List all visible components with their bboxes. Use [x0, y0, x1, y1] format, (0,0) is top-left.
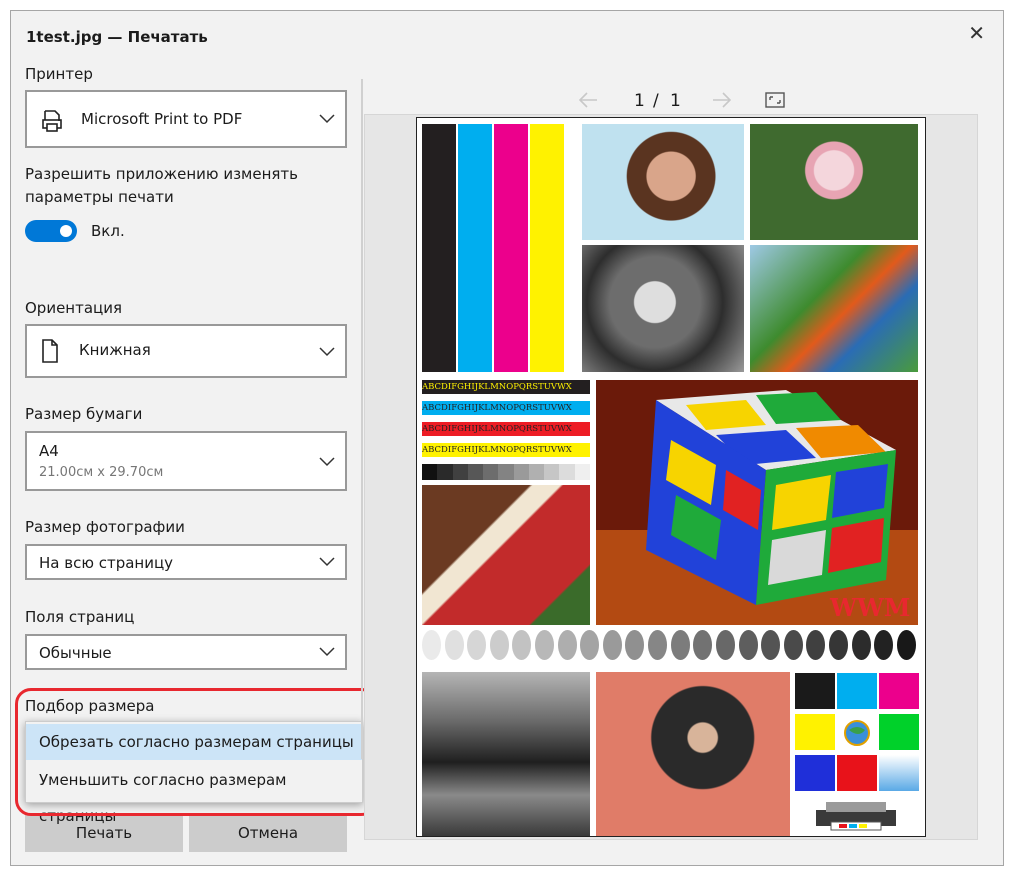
arrow-left-icon[interactable] [577, 91, 599, 109]
fullscreen-icon[interactable] [765, 91, 785, 109]
chevron-down-icon [319, 347, 335, 357]
printer-select[interactable]: Microsoft Print to PDF [25, 90, 347, 148]
dialog-title: 1test.jpg — Печатать [26, 28, 208, 46]
preview-page: ABCDIFGHIJKLMNOPQRSTUVWX ABCDIFGHIJKLMNO… [416, 117, 926, 837]
color-cell-blue [795, 755, 835, 791]
chevron-down-icon [319, 114, 335, 124]
printer-label: Принтер [25, 65, 93, 83]
alphabet-strip-cyan: ABCDIFGHIJKLMNOPQRSTUVWX [422, 401, 590, 415]
paper-size-label: Размер бумаги [25, 405, 143, 423]
toggle-state-label: Вкл. [91, 222, 125, 240]
app-settings-toggle[interactable] [25, 220, 77, 242]
margins-label: Поля страниц [25, 608, 135, 626]
toggle-knob [60, 225, 72, 237]
photo-violinist [596, 672, 790, 836]
photo-rubiks-cube: WWM [596, 380, 918, 625]
color-cell-cyan [837, 673, 877, 709]
alphabet-strip-yellow: ABCDIFGHIJKLMNOPQRSTUVWX [422, 443, 590, 457]
color-cell-globe-logo [837, 714, 877, 750]
printer-logo-icon [816, 802, 896, 831]
photo-vintage-car [422, 672, 590, 836]
arrow-right-icon[interactable] [711, 91, 733, 109]
chevron-down-icon [319, 457, 335, 467]
gray-scale-row [422, 464, 590, 480]
paper-size-value: A4 [39, 442, 59, 460]
close-icon[interactable]: ✕ [968, 21, 985, 45]
paper-size-dimensions: 21.00см x 29.70см [39, 465, 164, 480]
orientation-value: Книжная [79, 341, 151, 359]
margins-select[interactable]: Обычные [25, 634, 347, 670]
photo-portrait [582, 124, 744, 240]
color-cell-gradient [879, 755, 919, 791]
chevron-down-icon [319, 557, 335, 567]
globe-icon [844, 720, 870, 746]
color-cell-yellow [795, 714, 835, 750]
margins-value: Обычные [39, 644, 112, 662]
photo-parrots [750, 245, 918, 372]
color-cell-green [879, 714, 919, 750]
gray-circles-row [422, 630, 916, 660]
alphabet-strip-red: ABCDIFGHIJKLMNOPQRSTUVWX [422, 422, 590, 436]
stripe-magenta [494, 124, 528, 372]
color-cell-black [795, 673, 835, 709]
highlight-ring [15, 688, 377, 816]
color-cell-magenta [879, 673, 919, 709]
printer-value: Microsoft Print to PDF [81, 110, 243, 128]
photo-bw-woman [582, 245, 744, 372]
watermark-text: WWM [829, 593, 910, 622]
page-portrait-icon [42, 339, 58, 363]
pane-divider [361, 79, 363, 759]
page-separator: / [653, 91, 659, 111]
alphabet-strip-black: ABCDIFGHIJKLMNOPQRSTUVWX [422, 380, 590, 394]
page-total: 1 [670, 91, 681, 111]
photo-size-select[interactable]: На всю страницу [25, 544, 347, 580]
printer-icon [42, 110, 62, 132]
photo-flowers [750, 124, 918, 240]
orientation-label: Ориентация [25, 299, 123, 317]
stripe-cyan [458, 124, 492, 372]
stripe-black [422, 124, 456, 372]
chevron-down-icon [319, 647, 335, 657]
page-current: 1 [634, 91, 645, 111]
stripe-yellow [530, 124, 564, 372]
paper-size-select[interactable]: A4 21.00см x 29.70см [25, 431, 347, 491]
cancel-button[interactable]: Отмена [189, 814, 347, 852]
photo-size-label: Размер фотографии [25, 518, 185, 536]
color-cell-red [837, 755, 877, 791]
photo-chocolate-roses [422, 485, 590, 625]
app-settings-label: Разрешить приложению изменять параметры … [25, 165, 298, 206]
photo-size-value: На всю страницу [39, 554, 174, 572]
orientation-select[interactable]: Книжная [25, 324, 347, 378]
